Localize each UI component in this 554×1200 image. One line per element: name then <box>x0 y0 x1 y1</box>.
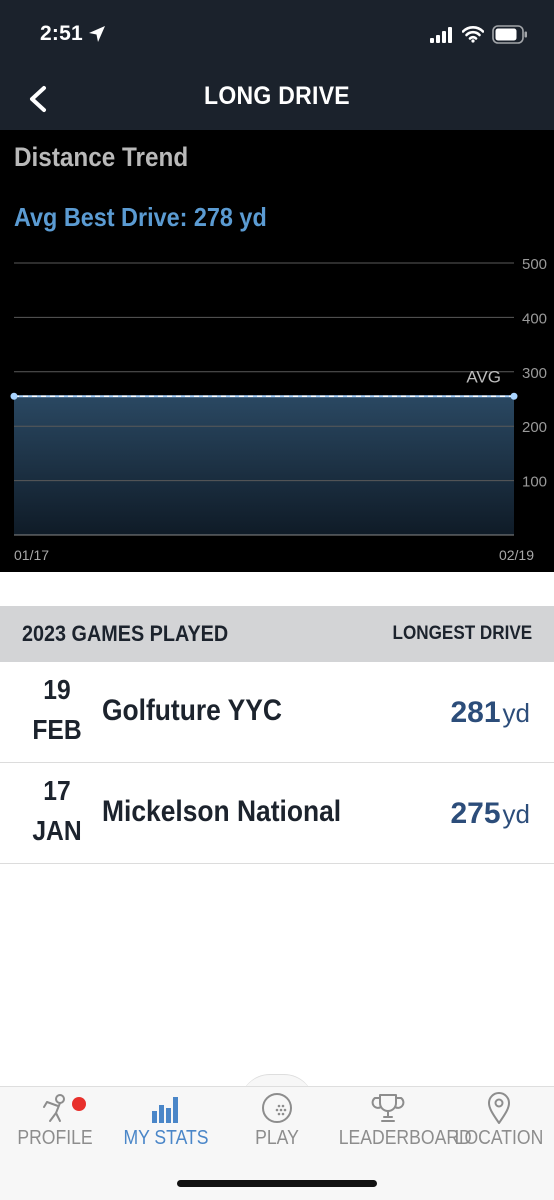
game-day: 19 <box>43 674 71 705</box>
notification-dot <box>72 1097 86 1111</box>
game-row[interactable]: 19 FEB Golfuture YYC 281yd <box>0 662 554 763</box>
drive-distance: 281 <box>450 696 501 729</box>
x-tick-label: 01/17 <box>14 547 49 563</box>
tab-label: PLAY <box>255 1127 299 1149</box>
data-point <box>10 392 18 400</box>
avg-best-drive: Avg Best Drive: 278 yd <box>14 202 267 232</box>
drive-unit: yd <box>502 698 530 728</box>
longest-drive-value: 275yd <box>450 797 530 831</box>
longest-drive-header: LONGEST DRIVE <box>392 623 532 644</box>
chart-heading: Distance Trend <box>14 142 189 172</box>
trophy-icon <box>371 1094 405 1122</box>
y-tick-label: 300 <box>522 365 547 382</box>
game-row[interactable]: 17 JAN Mickelson National 275yd <box>0 763 554 864</box>
tab-label: MY STATS <box>123 1127 209 1149</box>
y-tick-label: 400 <box>522 310 547 327</box>
cellular-signal-icon <box>430 27 452 43</box>
battery-icon <box>492 25 527 44</box>
x-tick-label: 02/19 <box>499 547 534 563</box>
tab-label: LOCATION <box>454 1127 544 1149</box>
drive-unit: yd <box>502 799 530 829</box>
game-day: 17 <box>43 775 71 806</box>
distance-trend-chart: 100 200 300 400 500 AVG 01/17 02/19 <box>10 256 547 563</box>
distance-trend-section: Distance Trend Avg Best Drive: 278 yd 10… <box>0 130 554 572</box>
tab-my-stats[interactable]: MY STATS <box>110 1087 222 1167</box>
tab-label: LEADERBOARD <box>338 1127 472 1149</box>
course-name: Mickelson National <box>102 795 342 828</box>
data-point <box>510 392 518 400</box>
series-area <box>14 396 514 535</box>
game-month: JAN <box>32 815 82 846</box>
games-table-header: 2023 GAMES PLAYED LONGEST DRIVE <box>0 606 554 662</box>
wifi-icon <box>462 26 484 43</box>
tab-leaderboard[interactable]: LEADERBOARD <box>332 1087 472 1167</box>
course-name: Golfuture YYC <box>102 694 282 727</box>
tab-location[interactable]: LOCATION <box>444 1087 554 1167</box>
location-pin-icon <box>488 1092 510 1124</box>
tab-label: PROFILE <box>17 1127 93 1149</box>
home-indicator <box>177 1180 377 1187</box>
drive-distance: 275 <box>450 797 501 830</box>
games-played-header: 2023 GAMES PLAYED <box>22 621 229 646</box>
golf-ball-icon <box>262 1093 292 1123</box>
tab-play[interactable]: PLAY <box>222 1087 332 1167</box>
y-tick-label: 200 <box>522 419 547 436</box>
y-tick-label: 500 <box>522 256 547 273</box>
page-title: LONG DRIVE <box>204 82 350 110</box>
status-time: 2:51 <box>40 22 83 45</box>
location-arrow-icon <box>89 26 105 42</box>
game-month: FEB <box>32 714 82 745</box>
nav-bar: LONG DRIVE <box>0 68 554 130</box>
avg-line-label: AVG <box>466 367 501 386</box>
status-bar: 2:51 <box>0 0 554 68</box>
profile-icon <box>43 1094 65 1122</box>
longest-drive-value: 281yd <box>450 696 530 730</box>
tab-profile[interactable]: PROFILE <box>0 1087 110 1167</box>
y-tick-label: 100 <box>522 474 547 491</box>
stats-bars-icon <box>152 1097 178 1123</box>
